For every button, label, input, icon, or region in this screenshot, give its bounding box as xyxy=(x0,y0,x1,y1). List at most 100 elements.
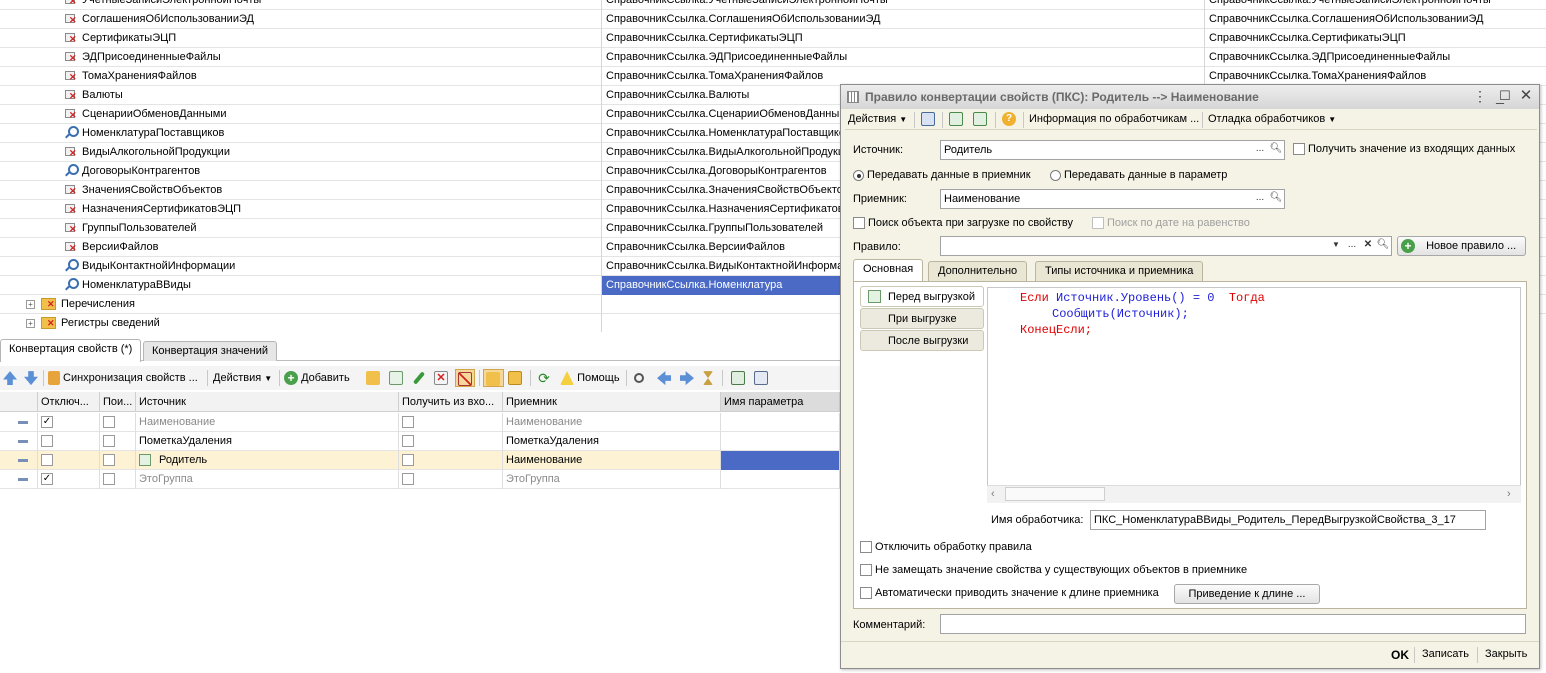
tab-main[interactable]: Основная xyxy=(853,259,924,281)
close-window-button[interactable]: ✕ xyxy=(1517,87,1535,105)
dialog-save-close-button[interactable] xyxy=(921,112,935,126)
help-button[interactable]: Помощь xyxy=(560,369,620,387)
tab-property-conversion[interactable]: Конвертация свойств (*) xyxy=(0,339,142,362)
disable-rule-checkbox[interactable]: Отключить обработку правила xyxy=(860,541,1032,554)
hourglass-button[interactable] xyxy=(703,369,713,387)
copy-button[interactable] xyxy=(389,369,403,387)
hierarchy-button[interactable] xyxy=(483,369,504,387)
grid-row[interactable]: ✓ ЭтоГруппа ЭтоГруппа xyxy=(0,470,840,489)
chevron-down-icon[interactable]: ▼ xyxy=(1328,237,1344,255)
move-down-button[interactable] xyxy=(24,369,38,387)
search-checkbox[interactable] xyxy=(103,454,115,467)
tree-row[interactable]: ЭДПрисоединенныеФайлы СправочникСсылка.ЭД… xyxy=(0,48,1546,67)
tree-row[interactable]: СоглашенияОбИспользованииЭД СправочникСсы… xyxy=(0,10,1546,29)
expand-icon[interactable]: + xyxy=(26,299,35,309)
clear-icon[interactable]: ✕ xyxy=(1360,237,1376,255)
grid-header-get-incoming[interactable]: Получить из вхо... xyxy=(399,392,503,412)
handler-before-export[interactable]: Перед выгрузкой xyxy=(860,286,984,307)
more-icon[interactable]: ⋮ xyxy=(1471,87,1489,105)
grid-header-disabled[interactable]: Отключ... xyxy=(38,392,100,412)
grid-row[interactable]: ✓ Наименование Наименование xyxy=(0,413,840,432)
mark-delete-button[interactable] xyxy=(455,369,475,387)
tree-row[interactable]: УчетныеЗаписиЭлектроннойПочты СправочникС… xyxy=(0,0,1546,10)
search-icon[interactable]: 🔍︎ xyxy=(1375,237,1391,255)
level-up-button[interactable] xyxy=(508,369,522,387)
get-incoming-checkbox[interactable] xyxy=(402,416,414,429)
edit-button[interactable] xyxy=(412,369,426,387)
grid-header-search[interactable]: Пои... xyxy=(100,392,136,412)
move-up-button[interactable] xyxy=(3,369,17,387)
grid-header-mark[interactable] xyxy=(0,392,38,412)
maximize-button[interactable]: ☐ xyxy=(1496,87,1514,105)
ok-button[interactable]: OK xyxy=(1391,648,1409,662)
rule-field[interactable]: ▼ ... ✕ 🔍︎ xyxy=(940,236,1392,256)
search-icon[interactable]: 🔍︎ xyxy=(1268,190,1284,208)
search-by-date-checkbox[interactable]: Поиск по дате на равенство xyxy=(1092,217,1250,230)
get-incoming-checkbox[interactable] xyxy=(402,473,414,486)
disabled-checkbox[interactable] xyxy=(41,435,53,448)
expand-icon[interactable]: + xyxy=(26,318,35,328)
search-checkbox[interactable] xyxy=(103,416,115,429)
add-folder-button[interactable] xyxy=(366,369,380,387)
tab-additional[interactable]: Дополнительно xyxy=(928,261,1028,281)
scroll-thumb[interactable] xyxy=(1005,487,1105,501)
scroll-left-icon[interactable]: ‹ xyxy=(991,488,995,500)
disabled-checkbox[interactable]: ✓ xyxy=(41,473,53,486)
handler-name-field[interactable]: ПКС_НоменклатураВВиды_Родитель_ПередВыгр… xyxy=(1090,510,1486,530)
grid-row[interactable]: ПометкаУдаления ПометкаУдаления xyxy=(0,432,840,451)
comment-field[interactable] xyxy=(940,614,1526,634)
target-field[interactable]: Наименование ... 🔍︎ xyxy=(940,189,1285,209)
grid-row[interactable]: Родитель Наименование xyxy=(0,451,840,470)
prev-button[interactable] xyxy=(657,369,671,387)
disabled-checkbox[interactable] xyxy=(41,454,53,467)
next-button[interactable] xyxy=(680,369,694,387)
dialog-actions-menu[interactable]: Действия ▼ xyxy=(848,113,907,125)
radio-transfer-to-target[interactable]: Передавать данные в приемник xyxy=(853,169,1031,181)
get-incoming-checkbox[interactable]: Получить значение из входящих данных xyxy=(1293,143,1515,156)
search-button[interactable] xyxy=(634,369,644,387)
windows-button[interactable] xyxy=(754,369,768,387)
new-rule-button[interactable]: + Новое правило ... xyxy=(1397,236,1526,256)
source-field[interactable]: Родитель ... 🔍︎ xyxy=(940,140,1285,160)
disabled-checkbox[interactable]: ✓ xyxy=(41,416,53,429)
refresh-button[interactable]: ⟳ xyxy=(537,369,551,387)
dialog-refresh-button[interactable] xyxy=(949,112,963,126)
handler-after-export[interactable]: После выгрузки xyxy=(860,330,984,351)
debug-handlers-menu[interactable]: Отладка обработчиков ▼ xyxy=(1208,113,1336,125)
search-checkbox[interactable] xyxy=(103,473,115,486)
search-checkbox[interactable] xyxy=(103,435,115,448)
grid-header-param-name[interactable]: Имя параметра xyxy=(721,392,840,412)
dialog-help-button[interactable]: ? xyxy=(1002,112,1016,126)
grid-header-target[interactable]: Приемник xyxy=(503,392,721,412)
select-button[interactable]: ... xyxy=(1252,190,1268,208)
no-replace-checkbox[interactable]: Не замещать значение свойства у существу… xyxy=(860,564,1247,577)
get-incoming-checkbox[interactable] xyxy=(402,454,414,467)
tree-row[interactable]: СертификатыЭЦП СправочникСсылка.Сертифика… xyxy=(0,29,1546,48)
sync-properties-button[interactable]: Синхронизация свойств ... xyxy=(48,369,198,387)
handler-on-export[interactable]: При выгрузке xyxy=(860,308,984,329)
cast-length-button[interactable]: Приведение к длине ... xyxy=(1174,584,1320,604)
scroll-right-icon[interactable]: › xyxy=(1507,488,1511,500)
code-hscrollbar[interactable]: ‹ › xyxy=(987,485,1521,503)
select-button[interactable]: ... xyxy=(1252,141,1268,159)
dialog-copy-button[interactable] xyxy=(973,112,987,126)
select-button[interactable]: ... xyxy=(1344,237,1360,255)
radio-transfer-to-param[interactable]: Передавать данные в параметр xyxy=(1050,169,1227,181)
search-icon[interactable]: 🔍︎ xyxy=(1268,141,1284,159)
save-icon xyxy=(921,112,935,126)
grid-header-source[interactable]: Источник xyxy=(136,392,399,412)
tab-value-conversion[interactable]: Конвертация значений xyxy=(143,341,278,361)
auto-length-checkbox[interactable]: Автоматически приводить значение к длине… xyxy=(860,587,1159,600)
select-all-button[interactable] xyxy=(731,369,745,387)
get-incoming-checkbox[interactable] xyxy=(402,435,414,448)
tab-source-target-types[interactable]: Типы источника и приемника xyxy=(1035,261,1204,281)
search-by-property-checkbox[interactable]: Поиск объекта при загрузке по свойству xyxy=(853,217,1073,230)
actions-menu[interactable]: Действия ▼ xyxy=(213,369,272,387)
save-button[interactable]: Записать xyxy=(1422,648,1469,660)
add-button[interactable]: + Добавить xyxy=(284,369,350,387)
handlers-info-button[interactable]: Информация по обработчикам ... xyxy=(1029,113,1199,125)
handler-code-editor[interactable]: Если Источник.Уровень() = 0 Тогда Сообщи… xyxy=(987,287,1521,503)
delete-button[interactable]: ✕ xyxy=(434,369,448,387)
close-button[interactable]: Закрыть xyxy=(1485,648,1527,660)
tree-row-target-type: СправочникСсылка.СертификатыЭЦП xyxy=(1209,32,1406,44)
